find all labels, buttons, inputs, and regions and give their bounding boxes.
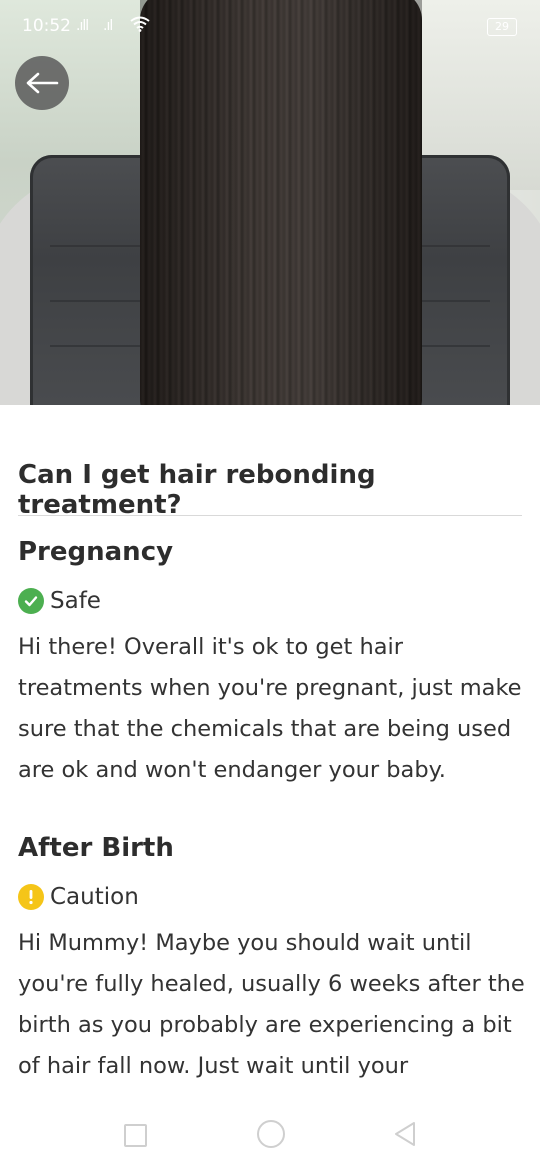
signal-icon-2: .ıl [103,18,113,34]
section-text-after-birth: Hi Mummy! Maybe you should wait until yo… [18,930,525,1079]
status-badge-safe: Safe [18,588,101,614]
page-title: Can I get hair rebonding treatment? [18,460,376,520]
status-time: 10:52 [22,16,71,36]
status-label: Safe [50,588,101,614]
hero-image [0,0,540,405]
divider [18,515,522,516]
triangle-back-icon[interactable] [393,1121,417,1147]
battery-icon: 29 [487,18,517,36]
arrow-left-icon [26,72,59,94]
check-circle-icon [18,588,44,614]
status-badge-caution: Caution [18,884,139,910]
section-title-pregnancy: Pregnancy [18,537,174,567]
circle-icon[interactable] [257,1120,285,1148]
wifi-icon [130,16,150,32]
signal-icon: .ıll [76,18,89,34]
exclamation-circle-icon [18,884,44,910]
section-text-pregnancy: Hi there! Overall it's ok to get hair tr… [18,634,522,783]
status-bar: 10:52 .ıll .ıl 29 [0,0,540,56]
back-button[interactable] [15,56,69,110]
section-title-after-birth: After Birth [18,833,174,863]
square-icon[interactable] [124,1124,147,1147]
status-label: Caution [50,884,139,910]
